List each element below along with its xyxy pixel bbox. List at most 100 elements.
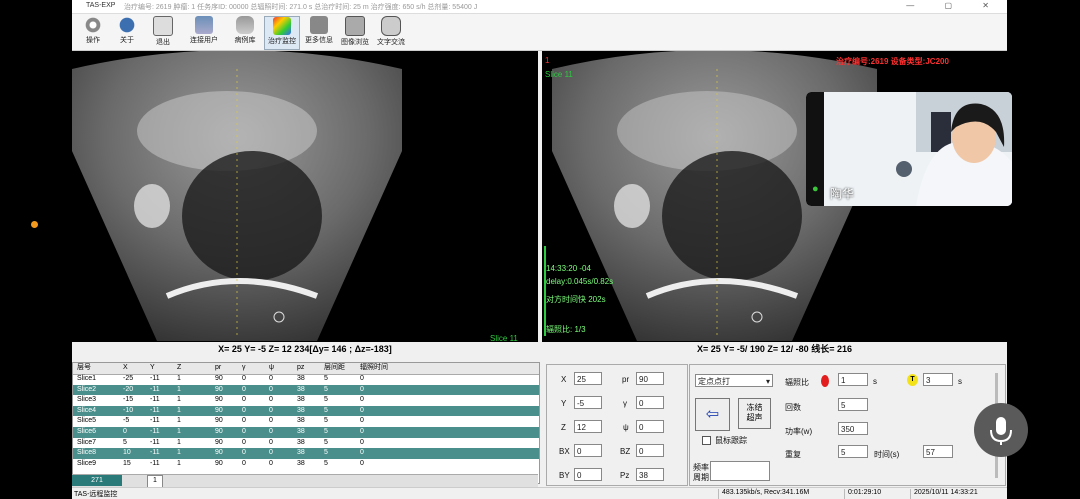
mode-select[interactable]: 定点点打 ▾	[695, 374, 773, 387]
table-cell: 1	[177, 449, 181, 457]
time-label: 时间(s)	[874, 450, 900, 459]
bz-field[interactable]: 0	[636, 444, 664, 457]
gear-icon	[84, 16, 102, 34]
toolbar-exit[interactable]: 退出	[146, 16, 180, 48]
voice-mic-button[interactable]	[974, 403, 1028, 457]
video-call-window[interactable]: ● 陶华	[806, 92, 1012, 206]
psi-field[interactable]: 0	[636, 420, 664, 433]
table-cell: Slice8	[77, 449, 97, 457]
pz-field[interactable]: 38	[636, 468, 664, 481]
table-cell: 5	[123, 438, 127, 446]
freq-field[interactable]	[710, 461, 770, 481]
period-label: 周期	[693, 473, 709, 482]
table-row[interactable]: Slice6 0 -11 1 90 0 0 38 5 0	[73, 427, 539, 438]
table-cell: Slice1	[77, 375, 97, 382]
table-cell: 1	[177, 438, 181, 446]
bx-field[interactable]: 0	[574, 444, 602, 457]
table-row[interactable]: Slice8 10 -11 1 90 0 0 38 5 0	[73, 448, 539, 459]
table-cell: 5	[324, 396, 328, 404]
table-cell: 1	[177, 459, 181, 467]
col-header[interactable]: 层间距	[324, 363, 345, 374]
table-cell: 0	[242, 428, 246, 435]
table-cell: 0	[242, 449, 246, 457]
z-field[interactable]: 12	[574, 420, 602, 433]
col-header[interactable]: X	[123, 363, 128, 374]
toolbar-label: 图像浏览	[341, 39, 369, 46]
label-z: Z	[561, 423, 566, 432]
toolbar-cases[interactable]: 病例库	[228, 16, 262, 48]
col-header[interactable]: ψ	[269, 363, 274, 374]
table-row[interactable]: Slice7 5 -11 1 90 0 0 38 5 0	[73, 438, 539, 449]
toolbar-operate[interactable]: 操作	[76, 16, 110, 48]
col-header[interactable]: γ	[242, 363, 246, 374]
param-panel: X 25 pr 90 Y -5 γ0 Z 12 ψ0 BX 0 BZ 0 BY 0 Pz 38	[546, 364, 688, 486]
table-cell: 0	[269, 438, 273, 446]
col-header[interactable]: Z	[177, 363, 181, 374]
table-cell: 38	[297, 438, 305, 446]
mouse-track-checkbox[interactable]	[702, 436, 711, 445]
col-header[interactable]: 辐照时间	[360, 363, 388, 374]
col-header[interactable]: pr	[215, 363, 221, 374]
table-cell: 38	[297, 417, 305, 425]
table-cell: 5	[324, 417, 328, 425]
table-cell: 0	[242, 417, 246, 425]
toolbar-more-info[interactable]: 更多信息	[302, 16, 336, 48]
table-cell: 1	[177, 406, 181, 414]
toolbar-chat[interactable]: 文字交流	[374, 16, 408, 48]
table-cell: 0	[242, 375, 246, 382]
toolbar-image-browse[interactable]: 图像浏览	[338, 16, 372, 48]
table-cell: 5	[324, 459, 328, 467]
title-bar: TAS-EXP 治疗编号: 2619 肿瘤: 1 任务序ID: 00000 总辐…	[72, 0, 1007, 14]
table-cell: -10	[123, 406, 134, 414]
chat-icon	[381, 16, 401, 36]
y-field[interactable]: -5	[574, 396, 602, 409]
col-header[interactable]: pz	[297, 363, 304, 374]
table-row[interactable]: Slice4 -10 -11 1 90 0 0 38 5 0	[73, 405, 539, 417]
ratio-t-indicator: T	[907, 374, 918, 386]
toolbar-label: 病例库	[234, 37, 256, 44]
table-cell: -11	[150, 449, 160, 457]
by-field[interactable]: 0	[574, 468, 602, 481]
table-cell: 5	[324, 375, 328, 382]
device-header: 治疗编号:2619 设备类型:JC200	[836, 57, 949, 66]
tab-count[interactable]: 271	[72, 475, 122, 486]
table-cell: 15	[123, 459, 131, 467]
power-field[interactable]: 350	[838, 422, 868, 435]
toolbar-label: 操作	[86, 37, 100, 44]
floating-dot[interactable]	[31, 221, 38, 228]
table-row[interactable]: Slice3 -15 -11 1 90 0 0 38 5 0	[73, 395, 539, 406]
table-cell: 0	[269, 406, 273, 414]
pr-field[interactable]: 90	[636, 372, 664, 385]
table-cell: 0	[360, 396, 364, 404]
table-row[interactable]: Slice9 15 -11 1 90 0 0 38 5 0	[73, 459, 539, 470]
time-field[interactable]: 57	[923, 445, 953, 458]
table-cell: 0	[242, 396, 246, 404]
table-cell: 0	[360, 438, 364, 446]
table-cell: 38	[297, 428, 305, 435]
repeat-label: 重复	[785, 450, 801, 459]
count-field[interactable]: 5	[838, 398, 868, 411]
table-cell: 90	[215, 375, 223, 382]
gamma-field[interactable]: 0	[636, 396, 664, 409]
ratio-b-field[interactable]: 3	[923, 373, 953, 386]
x-field[interactable]: 25	[574, 372, 602, 385]
toolbar-about[interactable]: 关于	[110, 16, 144, 48]
ratio-a-unit: s	[873, 377, 877, 386]
window-controls[interactable]: — ▢ ✕	[906, 1, 1003, 10]
ratio-a-field[interactable]: 1	[838, 373, 868, 386]
toolbar-monitor[interactable]: 治疗监控	[264, 16, 300, 50]
table-row[interactable]: Slice2 -20 -11 1 90 0 0 38 5 0	[73, 384, 539, 396]
ultrasound-view-left[interactable]: Slice 11	[72, 51, 538, 342]
col-header[interactable]: Y	[150, 363, 155, 374]
toolbar-connect[interactable]: 连接用户	[186, 16, 222, 48]
clock-diff-overlay: 对方时间快 202s	[546, 295, 606, 304]
back-button[interactable]: ⇦	[695, 398, 730, 431]
col-header[interactable]: 层号	[77, 363, 91, 374]
exit-icon	[153, 16, 173, 36]
table-cell: Slice3	[77, 396, 97, 404]
table-row[interactable]: Slice1 -25 -11 1 90 0 0 38 5 0	[73, 374, 539, 385]
repeat-field[interactable]: 5	[838, 445, 868, 458]
freeze-ultrasound-button[interactable]: 冻结 超声	[738, 398, 771, 429]
table-cell: 5	[324, 406, 328, 414]
table-row[interactable]: Slice5 -5 -11 1 90 0 0 38 5 0	[73, 416, 539, 427]
